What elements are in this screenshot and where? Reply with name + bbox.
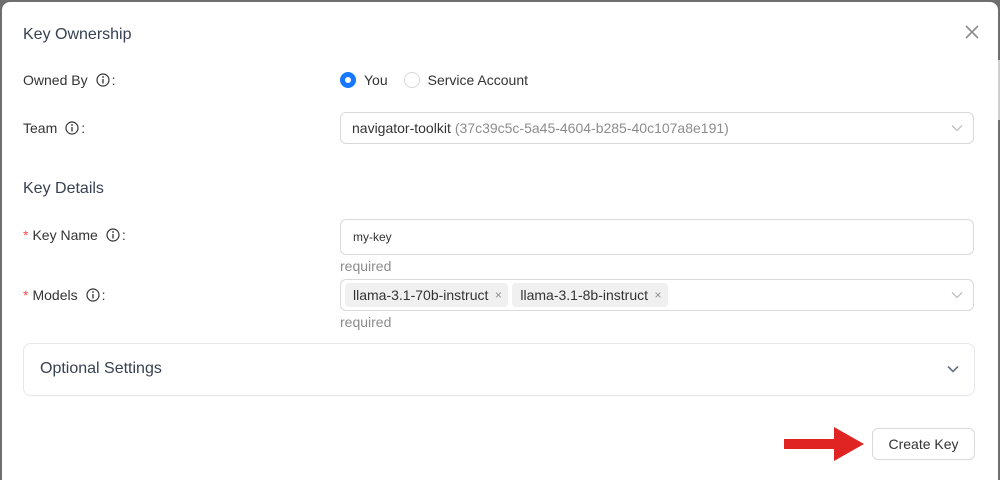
models-help: required [340, 314, 392, 330]
info-icon[interactable] [85, 288, 100, 302]
owned-by-radio-group: You Service Account [340, 70, 544, 90]
team-select[interactable]: navigator-toolkit (37c39c5c-5a45-4604-b2… [340, 112, 974, 144]
close-icon[interactable] [962, 22, 982, 42]
close-icon[interactable]: × [492, 288, 504, 302]
key-name-label-text: Key Name [32, 227, 98, 243]
team-selected-id: (37c39c5c-5a45-4604-b285-40c107a8e191) [454, 120, 729, 136]
model-tag: llama-3.1-8b-instruct × [512, 283, 668, 307]
owned-by-colon: : [111, 72, 116, 88]
required-asterisk: * [23, 287, 29, 303]
owned-by-label-text: Owned By [23, 72, 88, 88]
chevron-down-icon[interactable] [951, 291, 963, 299]
owned-by-label: Owned By : [23, 70, 115, 90]
key-name-help: required [340, 258, 392, 274]
model-tag: llama-3.1-70b-instruct × [345, 283, 509, 307]
key-name-label: * Key Name : [23, 225, 126, 245]
team-colon: : [81, 120, 86, 136]
optional-settings-title: Optional Settings [40, 360, 162, 377]
team-label-text: Team [23, 120, 58, 136]
info-icon[interactable] [95, 73, 110, 87]
create-key-modal: Key Ownership Owned By : You Service Acc… [2, 2, 998, 480]
arrow-right-annotation-icon [784, 427, 864, 461]
info-icon[interactable] [106, 228, 120, 242]
model-tag-label: llama-3.1-70b-instruct [353, 287, 489, 303]
section-title-key-details: Key Details [23, 180, 104, 197]
chevron-down-icon[interactable] [946, 364, 960, 374]
create-key-button[interactable]: Create Key [872, 428, 975, 460]
radio-service-account[interactable] [403, 72, 420, 88]
chevron-down-icon[interactable] [951, 124, 963, 132]
close-icon[interactable]: × [652, 288, 664, 302]
section-title-key-ownership: Key Ownership [23, 26, 132, 43]
team-label: Team : [23, 118, 85, 138]
radio-option-you[interactable]: You [340, 72, 388, 88]
models-multiselect[interactable]: llama-3.1-70b-instruct × llama-3.1-8b-in… [340, 279, 974, 311]
key-name-colon: : [121, 227, 126, 243]
models-label: * Models : [23, 285, 105, 305]
model-tag-label: llama-3.1-8b-instruct [520, 287, 648, 303]
info-icon[interactable] [65, 121, 79, 135]
radio-option-service-account[interactable]: Service Account [403, 72, 529, 88]
optional-settings-collapse[interactable]: Optional Settings [23, 343, 975, 396]
required-asterisk: * [23, 227, 29, 243]
radio-you-label: You [364, 72, 388, 88]
team-selected-name: navigator-toolkit [352, 120, 451, 136]
key-name-input[interactable] [340, 219, 974, 255]
models-colon: : [101, 287, 106, 303]
radio-you[interactable] [340, 72, 356, 88]
radio-service-account-label: Service Account [427, 72, 529, 88]
models-label-text: Models [32, 287, 78, 303]
